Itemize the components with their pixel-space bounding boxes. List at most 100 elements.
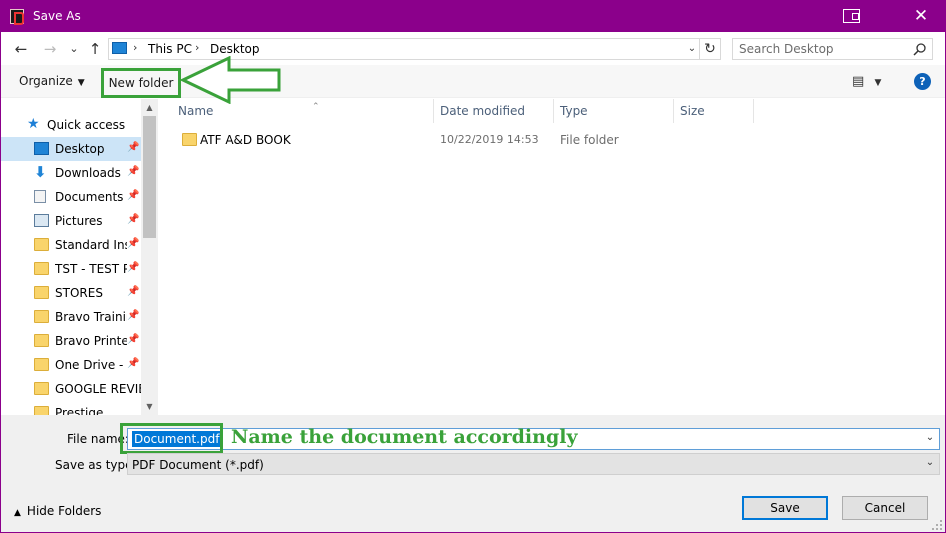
folder-icon [34,406,49,415]
view-options-button[interactable]: ▤ ▼ [852,74,888,90]
nav-item-downloads[interactable]: ⬇ Downloads 📌 [1,161,141,185]
recent-locations-button[interactable]: ⌄ [64,39,84,59]
file-type: File folder [560,133,619,147]
nav-item-folder[interactable]: Prestige [1,401,141,415]
window-title: Save As [33,9,81,23]
save-button[interactable]: Save [742,496,828,520]
bottom-panel: File name: Document.pdf ⌄ Name the docum… [1,415,945,532]
app-icon [10,9,24,25]
scroll-down-icon[interactable]: ▼ [141,398,158,415]
scroll-up-icon[interactable]: ▲ [141,99,158,116]
resize-grip-icon[interactable] [931,519,943,531]
nav-item-label: One Drive - IN [55,358,127,372]
nav-item-folder[interactable]: STORES 📌 [1,281,141,305]
download-icon: ⬇ [34,163,47,181]
nav-item-label: Bravo Printer [55,334,127,348]
restore-button[interactable] [843,9,860,23]
this-pc-icon [112,42,127,54]
nav-item-label: Documents [55,190,124,204]
address-separator[interactable]: › [133,41,137,54]
nav-item-folder[interactable]: Bravo Printer 📌 [1,329,141,353]
cancel-button[interactable]: Cancel [842,496,928,520]
help-button[interactable]: ? [914,73,931,90]
organize-label: Organize [19,74,73,88]
pin-icon: 📌 [127,358,140,369]
pin-icon: 📌 [127,190,140,201]
save-as-dialog: Save As ✕ ← → ⌄ ↑ › This PC › Desktop ⌄ … [0,0,946,533]
save-as-type-label: Save as type: [55,458,137,472]
star-icon: ★ [27,116,40,132]
nav-item-folder[interactable]: One Drive - IN 📌 [1,353,141,377]
caret-down-icon: ▼ [874,78,882,88]
nav-item-quick-access[interactable]: ★ Quick access [1,113,141,137]
pin-icon: 📌 [127,214,140,225]
pictures-icon [34,214,49,227]
folder-icon [34,238,49,251]
nav-item-label: GOOGLE REVIEW [55,382,141,396]
file-name: ATF A&D BOOK [200,133,291,147]
nav-item-folder[interactable]: Standard Inst 📌 [1,233,141,257]
pin-icon: 📌 [127,142,140,153]
breadcrumb-this-pc[interactable]: This PC [148,42,192,56]
pin-icon: 📌 [127,262,140,273]
folder-icon [34,382,49,395]
folder-icon [34,358,49,371]
column-header-name[interactable]: ⌃ Name [172,99,434,123]
close-button[interactable]: ✕ [909,5,933,27]
navigation-pane: ★ Quick access Desktop 📌 ⬇ Downloads 📌 D… [1,99,158,415]
pin-icon: 📌 [127,166,140,177]
back-button[interactable]: ← [11,39,31,59]
hide-folders-button[interactable]: ▲ Hide Folders [14,504,101,518]
file-name-highlight [120,423,223,454]
folder-icon [34,334,49,347]
save-as-type-select[interactable]: PDF Document (*.pdf) ⌄ [127,453,940,475]
nav-item-label: Bravo Training [55,310,127,324]
nav-item-desktop[interactable]: Desktop 📌 [1,137,141,161]
documents-icon [34,190,46,203]
nav-item-folder[interactable]: TST - TEST PR 📌 [1,257,141,281]
search-box[interactable] [732,38,933,60]
pin-icon: 📌 [127,310,140,321]
pin-icon: 📌 [127,286,140,297]
nav-scrollbar[interactable]: ▲ ▼ [141,99,158,415]
column-header-size[interactable]: Size [674,99,754,123]
chevron-down-icon[interactable]: ⌄ [923,457,937,471]
column-header-type[interactable]: Type [554,99,674,123]
nav-item-pictures[interactable]: Pictures 📌 [1,209,141,233]
caret-down-icon: ▼ [77,78,85,88]
up-button[interactable]: ↑ [85,39,105,59]
scroll-thumb[interactable] [143,116,156,238]
forward-button[interactable]: → [40,39,60,59]
breadcrumb-desktop[interactable]: Desktop [210,42,260,56]
annotation-text: Name the document accordingly [231,426,578,448]
address-separator[interactable]: › [195,41,199,54]
organize-button[interactable]: Organize ▼ [19,74,85,88]
nav-item-documents[interactable]: Documents 📌 [1,185,141,209]
nav-item-label: Downloads [55,166,121,180]
nav-item-folder[interactable]: GOOGLE REVIEW [1,377,141,401]
title-bar: Save As ✕ [1,1,945,32]
pin-icon: 📌 [127,238,140,249]
desktop-icon [34,142,49,155]
command-bar: Organize ▼ New folder ▤ ▼ ? [1,65,945,98]
nav-item-folder[interactable]: Bravo Training 📌 [1,305,141,329]
refresh-button[interactable]: ↻ [700,38,721,60]
nav-item-label: Pictures [55,214,103,228]
nav-item-label: STORES [55,286,103,300]
column-header-label: Name [178,104,214,118]
nav-item-label: Desktop [55,142,105,156]
file-list: ⌃ Name Date modified Type Size ATF A&D B… [158,99,945,415]
nav-item-label: TST - TEST PR [55,262,127,276]
folder-icon [34,310,49,323]
new-folder-button[interactable]: New folder [101,68,181,98]
column-header-date[interactable]: Date modified [434,99,554,123]
search-input[interactable] [739,42,909,56]
folder-icon [34,262,49,275]
nav-item-label: Prestige [55,406,104,415]
search-icon [913,43,926,56]
chevron-down-icon[interactable]: ⌄ [685,41,699,57]
file-date: 10/22/2019 14:53 [440,133,539,146]
table-row[interactable]: ATF A&D BOOK 10/22/2019 14:53 File folde… [176,129,736,151]
chevron-down-icon[interactable]: ⌄ [923,432,937,446]
nav-item-label: Standard Inst [55,238,127,252]
